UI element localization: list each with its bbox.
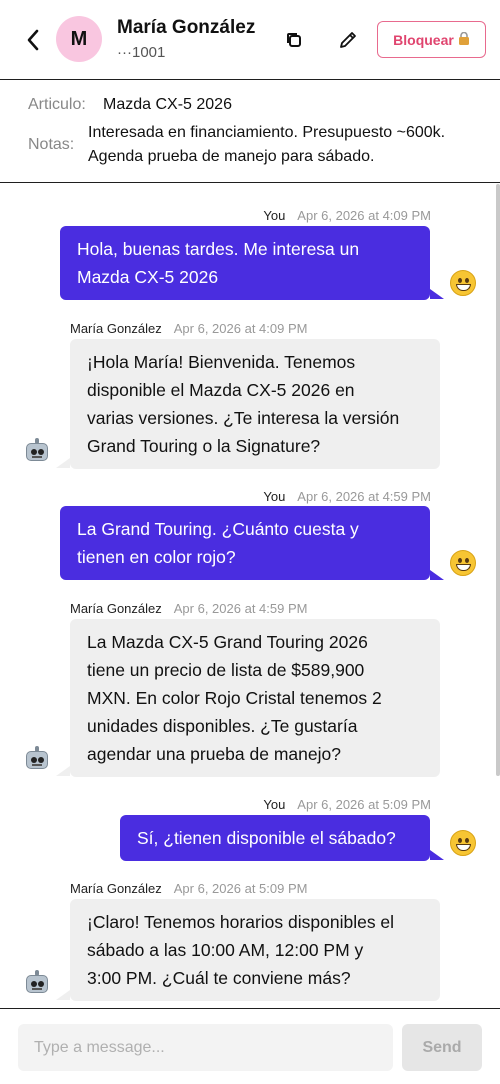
lead-info-panel: Articulo: Mazda CX-5 2026 Notas: Interes…: [0, 80, 500, 183]
notes-line-2: Agenda prueba de manejo para sábado.: [88, 148, 375, 165]
message-meta: You Apr 6, 2026 at 5:09 PM: [263, 797, 431, 812]
contact-name: María González: [117, 17, 256, 38]
bubble-tail: [430, 289, 444, 299]
message-bubble-incoming: ¡Hola María! Bienvenida. Tenemos disponi…: [70, 339, 440, 469]
notes-label: Notas:: [28, 136, 75, 153]
message-time: Apr 6, 2026 at 4:09 PM: [173, 321, 308, 336]
message-line: Mazda CX-5 2026: [77, 267, 219, 287]
message-time: Apr 6, 2026 at 4:09 PM: [297, 208, 431, 223]
message-line: Sí, ¿tienen disponible el sábado?: [137, 828, 396, 848]
message-meta: María González Apr 6, 2026 at 5:09 PM: [70, 881, 307, 896]
message-sender: María González: [70, 321, 162, 336]
block-button[interactable]: Bloquear: [377, 21, 486, 58]
message-bubble-outgoing: Sí, ¿tienen disponible el sábado?: [120, 815, 430, 861]
avatar: M: [56, 16, 102, 62]
message-line: tiene un precio de lista de $589,900: [87, 660, 365, 680]
message-line: varias versiones. ¿Te interesa la versió…: [87, 408, 400, 428]
message-input[interactable]: [18, 1024, 393, 1071]
message-line: MXN. En color Rojo Cristal tenemos 2: [87, 688, 382, 708]
message-bubble-incoming: La Mazda CX-5 Grand Touring 2026 tiene u…: [70, 619, 440, 777]
block-label: Bloquear: [393, 31, 454, 48]
message-bubble-outgoing: La Grand Touring. ¿Cuánto cuesta y tiene…: [60, 506, 430, 580]
message-sender: You: [263, 797, 286, 812]
message-meta: María González Apr 6, 2026 at 4:59 PM: [70, 601, 307, 616]
message-bubble-outgoing: Hola, buenas tardes. Me interesa un Mazd…: [60, 226, 430, 300]
chat-header: M María González ···1001 Bloquear: [0, 0, 500, 80]
bubble-tail: [430, 570, 444, 580]
message-sender: María González: [70, 881, 162, 896]
grinning-face-icon: [450, 830, 476, 856]
robot-icon: [24, 970, 50, 994]
bubble-tail: [430, 850, 444, 860]
message-meta: You Apr 6, 2026 at 4:59 PM: [263, 489, 431, 504]
message-line: disponible el Mazda CX-5 2026 en: [87, 380, 355, 400]
message-line: ¡Hola María! Bienvenida. Tenemos: [87, 352, 356, 372]
copy-button[interactable]: [284, 30, 304, 50]
message-time: Apr 6, 2026 at 5:09 PM: [297, 797, 431, 812]
article-value: Mazda CX-5 2026: [103, 96, 232, 113]
article-label: Articulo:: [28, 96, 86, 113]
message-bubble-incoming: ¡Claro! Tenemos horarios disponibles el …: [70, 899, 440, 1001]
grinning-face-icon: [450, 270, 476, 296]
message-line: ¡Claro! Tenemos horarios disponibles el: [87, 912, 395, 932]
message-line: Grand Touring o la Signature?: [87, 436, 321, 456]
contact-phone: ···1001: [117, 44, 166, 61]
pencil-icon: [340, 32, 356, 48]
message-line: La Mazda CX-5 Grand Touring 2026: [87, 632, 368, 652]
message-meta: María González Apr 6, 2026 at 4:09 PM: [70, 321, 307, 336]
message-time: Apr 6, 2026 at 5:09 PM: [173, 881, 308, 896]
notes-line-1: Interesada en financiamiento. Presupuest…: [88, 124, 446, 141]
bubble-tail: [56, 458, 70, 468]
scrollbar[interactable]: [496, 184, 500, 776]
message-line: Hola, buenas tardes. Me interesa un: [77, 239, 360, 259]
robot-icon: [24, 746, 50, 770]
message-meta: You Apr 6, 2026 at 4:09 PM: [263, 208, 431, 223]
send-button[interactable]: Send: [402, 1024, 482, 1071]
message-line: 3:00 PM. ¿Cuál te conviene más?: [87, 968, 351, 988]
bubble-tail: [56, 990, 70, 1000]
message-sender: You: [263, 489, 286, 504]
robot-icon: [24, 438, 50, 462]
message-sender: María González: [70, 601, 162, 616]
message-list[interactable]: You Apr 6, 2026 at 4:09 PM Hola, buenas t…: [0, 184, 500, 1008]
chevron-left-icon: [27, 29, 39, 51]
message-line: tienen en color rojo?: [77, 547, 236, 567]
lock-icon: [458, 31, 470, 48]
message-line: unidades disponibles. ¿Te gustaría: [87, 716, 358, 736]
bubble-tail: [56, 766, 70, 776]
grinning-face-icon: [450, 550, 476, 576]
message-time: Apr 6, 2026 at 4:59 PM: [173, 601, 308, 616]
copy-icon: [287, 33, 301, 47]
back-button[interactable]: [22, 26, 44, 54]
message-line: agendar una prueba de manejo?: [87, 744, 341, 764]
message-line: La Grand Touring. ¿Cuánto cuesta y: [77, 519, 359, 539]
message-sender: You: [263, 208, 286, 223]
message-line: sábado a las 10:00 AM, 12:00 PM y: [87, 940, 364, 960]
composer: Send: [0, 1008, 500, 1084]
message-time: Apr 6, 2026 at 4:59 PM: [297, 489, 431, 504]
edit-button[interactable]: [338, 30, 358, 50]
